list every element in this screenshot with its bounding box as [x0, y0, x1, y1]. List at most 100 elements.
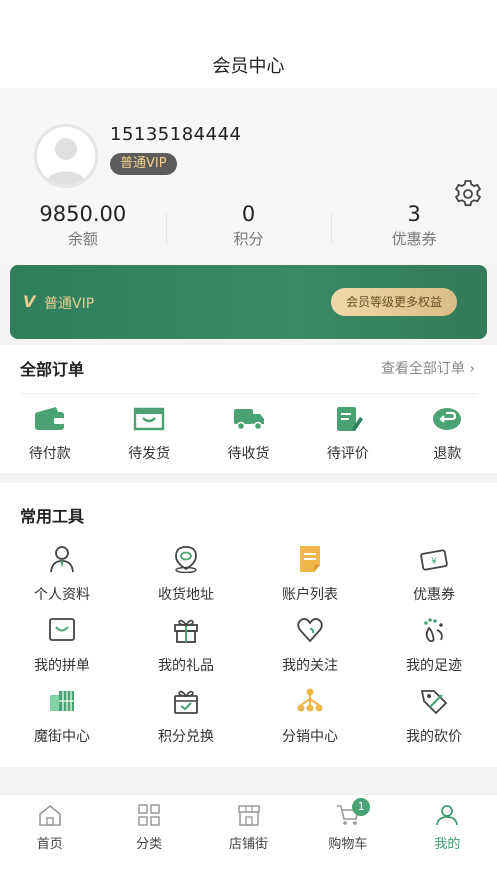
location-icon	[175, 546, 197, 574]
tool-mojie-center[interactable]: 魔街中心	[0, 687, 124, 758]
tools-row: 我的拼单 我的礼品 我的关注 我的足迹	[0, 616, 497, 687]
stat-value: 0	[241, 202, 256, 226]
tab-label: 店铺街	[229, 837, 269, 852]
tab-me[interactable]: 我的	[398, 795, 497, 883]
tab-label: 我的	[434, 837, 461, 852]
stat-balance[interactable]: 9850.00 余额	[0, 198, 166, 258]
tools-grid: 个人资料 收货地址 账户列表 ¥ 优惠券 我的拼单 我的礼品 我的关注 我的足迹…	[0, 545, 497, 758]
tab-category[interactable]: 分类	[99, 795, 198, 883]
tool-distribution[interactable]: 分销中心	[248, 687, 372, 758]
exchange-gift-icon	[174, 690, 198, 714]
tool-bargain[interactable]: 我的砍价	[372, 687, 496, 758]
heart-icon	[297, 618, 323, 643]
group-buy-icon	[49, 618, 75, 641]
tool-label: 收货地址	[158, 587, 214, 603]
tool-footprints[interactable]: 我的足迹	[372, 616, 496, 687]
order-refund[interactable]: 退款	[398, 407, 497, 463]
stat-points[interactable]: 0 积分	[165, 198, 332, 258]
stat-label: 积分	[233, 230, 264, 248]
order-item-label: 待发货	[128, 446, 171, 462]
tab-label: 购物车	[328, 837, 368, 852]
order-item-label: 待付款	[28, 446, 71, 462]
tool-label: 我的拼单	[34, 658, 90, 674]
tool-label: 我的足迹	[406, 658, 462, 674]
tools-row: 个人资料 收货地址 账户列表 ¥ 优惠券	[0, 545, 497, 616]
avatar-placeholder-icon	[45, 138, 87, 185]
coupon-icon: ¥	[420, 549, 448, 571]
vip-card: V 普通VIP 会员等级更多权益	[10, 265, 487, 339]
bag-icon	[133, 407, 165, 431]
vip-logo-icon: V	[23, 292, 36, 311]
tool-label: 优惠券	[413, 587, 455, 603]
svg-text:¥: ¥	[431, 557, 437, 567]
tools-title: 常用工具	[20, 507, 85, 526]
stat-coupons[interactable]: 3 优惠券	[331, 198, 497, 258]
tool-points-exchange[interactable]: 积分兑换	[124, 687, 248, 758]
tab-label: 分类	[136, 837, 163, 852]
orders-section: 全部订单 查看全部订单 › 待付款 待发货 待收货 待评价 退款	[0, 345, 497, 473]
profile-section: 15135184444 普通VIP 9850.00 余额 0 积分 3 优惠券	[0, 88, 497, 264]
view-all-orders-link[interactable]: 查看全部订单 ›	[381, 358, 475, 378]
tool-label: 个人资料	[34, 587, 90, 603]
tool-label: 魔街中心	[34, 729, 90, 745]
stat-value: 9850.00	[39, 202, 127, 226]
page-title: 会员中心	[212, 56, 285, 77]
tool-coupons[interactable]: ¥ 优惠券	[372, 545, 496, 616]
tab-store-street[interactable]: 店铺街	[199, 795, 298, 883]
tool-favorites[interactable]: 我的关注	[248, 616, 372, 687]
store-icon	[237, 805, 260, 826]
order-pending-shipment[interactable]: 待发货	[99, 407, 198, 463]
order-item-label: 待收货	[227, 446, 270, 462]
tool-label: 账户列表	[282, 587, 338, 603]
tab-cart[interactable]: 1 购物车	[298, 795, 397, 883]
home-icon	[38, 804, 61, 826]
tools-section: 常用工具 个人资料 收货地址 账户列表 ¥ 优惠券 我的拼单 我的礼品 我的关注…	[0, 483, 497, 767]
refund-icon	[433, 408, 462, 430]
category-icon	[138, 804, 160, 826]
order-status-row: 待付款 待发货 待收货 待评价 退款	[0, 407, 497, 463]
cart-count-badge: 1	[352, 798, 371, 816]
review-icon	[336, 407, 363, 431]
me-icon	[436, 805, 459, 826]
stat-label: 余额	[67, 230, 98, 248]
order-pending-review[interactable]: 待评价	[298, 407, 397, 463]
order-pending-payment[interactable]: 待付款	[0, 407, 99, 463]
tool-label: 我的关注	[282, 658, 338, 674]
tab-home[interactable]: 首页	[0, 795, 99, 883]
tool-account-list[interactable]: 账户列表	[248, 545, 372, 616]
account-list-icon	[300, 546, 320, 572]
tool-label: 分销中心	[282, 729, 338, 745]
building-icon	[50, 691, 74, 711]
bargain-tag-icon	[420, 690, 448, 715]
user-profile-icon	[50, 546, 74, 573]
order-item-label: 退款	[433, 446, 462, 462]
wallet-icon	[34, 407, 64, 430]
tool-gifts[interactable]: 我的礼品	[124, 616, 248, 687]
vip-level-badge: 普通VIP	[110, 153, 177, 175]
vip-card-level: 普通VIP	[44, 296, 95, 312]
tab-label: 首页	[36, 837, 63, 852]
gift-icon	[174, 619, 198, 643]
account-stats: 9850.00 余额 0 积分 3 优惠券	[0, 198, 497, 258]
order-item-label: 待评价	[326, 446, 369, 462]
order-pending-receipt[interactable]: 待收货	[199, 407, 298, 463]
footprint-icon	[424, 618, 443, 643]
user-phone: 15135184444	[110, 124, 242, 145]
bottom-tab-bar: 首页 分类 店铺街 1 购物车 我的	[0, 794, 497, 883]
tool-address[interactable]: 收货地址	[124, 545, 248, 616]
stat-label: 优惠券	[391, 230, 437, 248]
tool-label: 我的砍价	[406, 729, 462, 745]
tool-label: 积分兑换	[158, 729, 214, 745]
stat-value: 3	[407, 202, 421, 226]
top-bar: 会员中心	[0, 0, 497, 88]
distribution-icon	[297, 688, 323, 712]
orders-title: 全部订单	[20, 360, 85, 379]
truck-icon	[233, 409, 264, 431]
tool-group-buy[interactable]: 我的拼单	[0, 616, 124, 687]
tool-personal-info[interactable]: 个人资料	[0, 545, 124, 616]
avatar[interactable]	[34, 124, 98, 188]
tool-label: 我的礼品	[158, 658, 214, 674]
vip-benefits-button[interactable]: 会员等级更多权益	[331, 288, 457, 316]
divider	[20, 393, 477, 394]
tools-row: 魔街中心 积分兑换 分销中心 我的砍价	[0, 687, 497, 758]
